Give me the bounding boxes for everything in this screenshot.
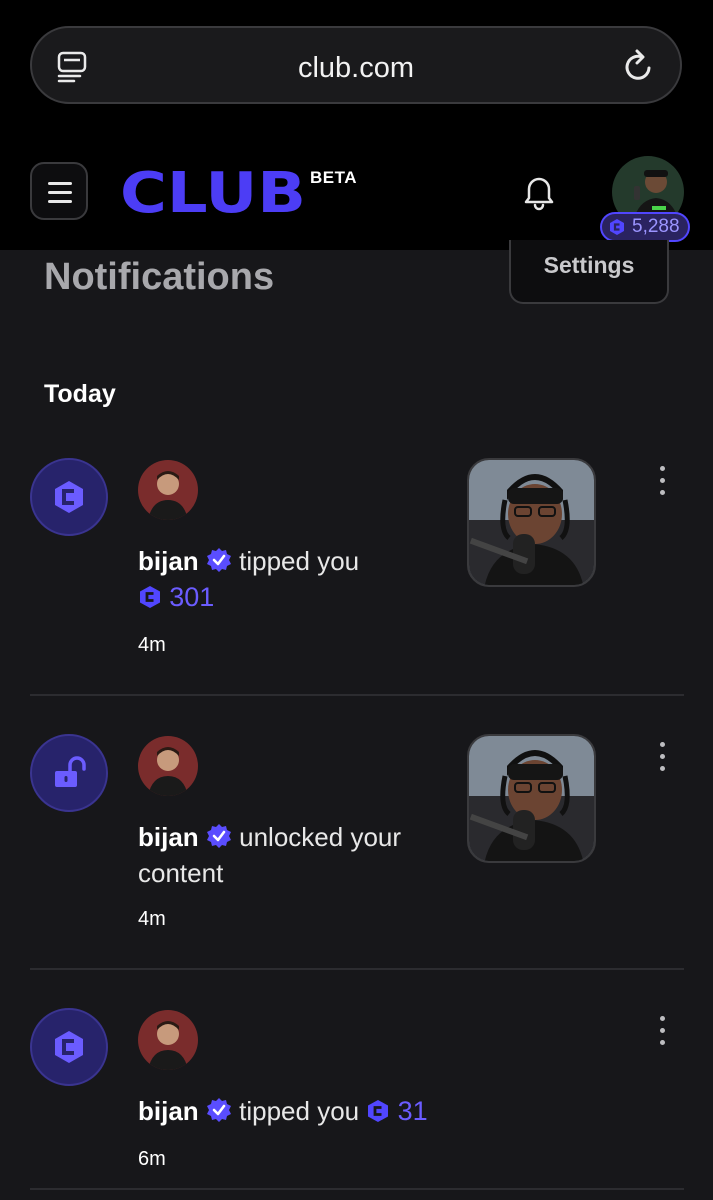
more-options-icon[interactable] — [650, 742, 674, 776]
divider — [30, 1188, 684, 1190]
notification-item[interactable]: bijan unlocked your content 4m — [0, 734, 713, 968]
divider — [30, 968, 684, 970]
verified-badge-icon — [206, 824, 231, 848]
notification-item[interactable]: bijan tipped you 31 6m — [0, 1008, 713, 1188]
reload-icon[interactable] — [622, 48, 656, 84]
menu-button[interactable] — [30, 162, 88, 220]
coin-balance: 5,288 — [632, 216, 680, 237]
notification-item[interactable]: bijan tipped you 301 4m — [0, 458, 713, 694]
divider — [30, 694, 684, 696]
svg-text:CLUB: CLUB — [120, 168, 306, 216]
timestamp: 4m — [138, 634, 166, 656]
club-logo[interactable]: CLUB — [120, 168, 306, 216]
user-avatar[interactable] — [138, 1010, 198, 1070]
username[interactable]: bijan — [138, 822, 199, 852]
section-heading-today: Today — [44, 380, 116, 408]
unlock-icon — [55, 756, 86, 787]
bell-icon[interactable] — [520, 172, 558, 212]
content-thumbnail[interactable] — [467, 734, 596, 863]
timestamp: 6m — [138, 1148, 166, 1170]
more-options-icon[interactable] — [650, 1016, 674, 1050]
notification-type-badge — [30, 458, 108, 536]
timestamp: 4m — [138, 908, 166, 930]
verified-badge-icon — [206, 548, 231, 572]
browser-bar: club.com — [0, 0, 713, 130]
verified-badge-icon — [206, 1098, 231, 1122]
club-coin-icon — [140, 586, 160, 608]
tip-amount: 301 — [169, 582, 215, 612]
url-text[interactable]: club.com — [32, 52, 680, 85]
username[interactable]: bijan — [138, 1096, 199, 1126]
content-thumbnail[interactable] — [467, 458, 596, 587]
club-coin-icon — [55, 481, 83, 513]
notification-action: unlocked your — [239, 822, 402, 852]
notification-type-badge — [30, 734, 108, 812]
notification-action: tipped you — [239, 546, 360, 576]
beta-label: BETA — [310, 168, 358, 187]
hamburger-icon — [48, 182, 72, 185]
notification-type-badge — [30, 1008, 108, 1086]
address-bar[interactable]: club.com — [30, 26, 682, 104]
notification-action-continued: content — [138, 858, 224, 888]
user-avatar[interactable] — [138, 460, 198, 520]
coin-balance-badge[interactable]: 5,288 — [600, 212, 690, 242]
settings-button[interactable]: Settings — [509, 240, 669, 304]
club-coin-icon — [55, 1031, 83, 1063]
notification-action: tipped you — [239, 1096, 360, 1126]
tip-amount: 31 — [397, 1096, 428, 1126]
username[interactable]: bijan — [138, 546, 199, 576]
page-title: Notifications — [44, 256, 275, 298]
club-coin-icon — [368, 1100, 389, 1122]
more-options-icon[interactable] — [650, 466, 674, 500]
user-avatar[interactable] — [138, 736, 198, 796]
club-coin-icon — [610, 219, 624, 235]
app-header: CLUB BETA 5,288 — [0, 130, 713, 250]
